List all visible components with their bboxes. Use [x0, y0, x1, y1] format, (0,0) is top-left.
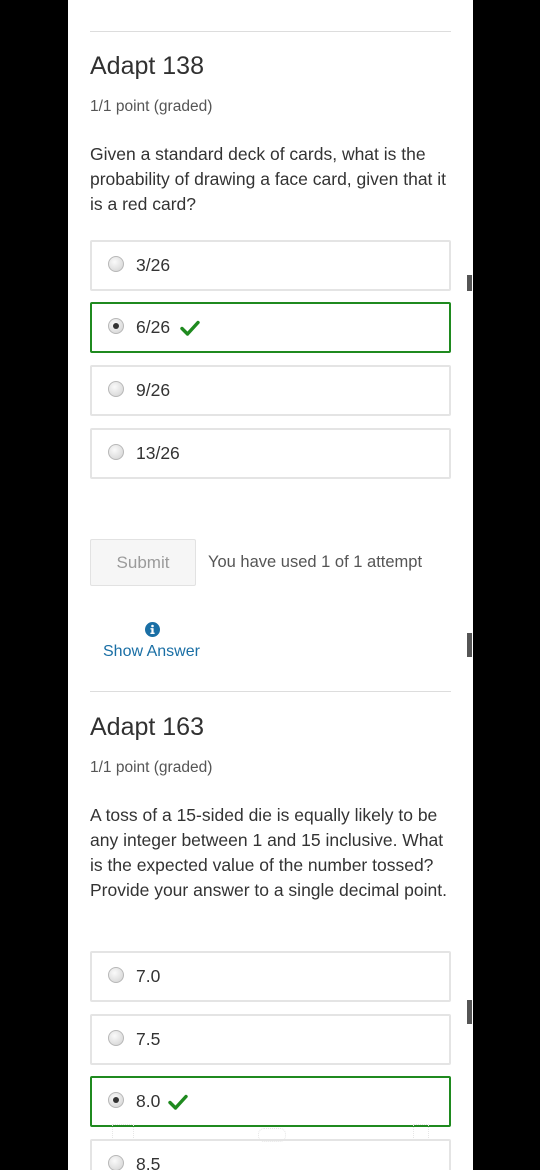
choice-label: 7.0: [136, 966, 161, 986]
problem-question: A toss of a 15-sided die is equally like…: [90, 805, 447, 900]
choice-option[interactable]: 9/26: [90, 365, 451, 416]
radio-button[interactable]: [108, 444, 124, 460]
divider: [90, 691, 451, 692]
info-icon[interactable]: [145, 622, 160, 637]
choice-option[interactable]: 7.5: [90, 1014, 451, 1065]
attempts-text: You have used 1 of 1 attempt: [208, 553, 423, 571]
choice-option-correct[interactable]: 8.0: [90, 1076, 451, 1127]
courseware-page: Adapt 138 1/1 point (graded) Given a sta…: [68, 0, 473, 1170]
radio-button[interactable]: [108, 1155, 124, 1170]
radio-button[interactable]: [108, 256, 124, 272]
radio-button[interactable]: [108, 967, 124, 983]
radio-button-selected[interactable]: [108, 1092, 124, 1108]
radio-button[interactable]: [108, 1030, 124, 1046]
choice-option[interactable]: 7.0: [90, 951, 451, 1002]
choice-label: 13/26: [136, 443, 180, 463]
checkmark-icon: [168, 1094, 188, 1110]
scrollbar-tick: [467, 633, 472, 657]
scrollbar-tick: [467, 1000, 472, 1024]
problem-points: 1/1 point (graded): [90, 98, 213, 115]
problem-title: Adapt 138: [90, 52, 204, 80]
problem-points: 1/1 point (graded): [90, 759, 213, 776]
problem-question: Given a standard deck of cards, what is …: [90, 144, 447, 214]
faint-artifact: [112, 1124, 134, 1140]
submit-button[interactable]: Submit: [90, 539, 196, 586]
choice-option-correct[interactable]: 6/26: [90, 302, 451, 353]
choice-label: 9/26: [136, 380, 171, 400]
faint-artifact: [413, 1124, 429, 1140]
radio-button-selected[interactable]: [108, 318, 124, 334]
choice-label: 8.0: [136, 1091, 161, 1111]
scrollbar-tick: [467, 275, 472, 291]
choice-option[interactable]: 13/26: [90, 428, 451, 479]
choice-label: 3/26: [136, 255, 171, 275]
problem-title: Adapt 163: [90, 713, 204, 741]
choice-option[interactable]: 3/26: [90, 240, 451, 291]
choice-label: 6/26: [136, 317, 171, 337]
checkmark-icon: [180, 320, 200, 336]
radio-button[interactable]: [108, 381, 124, 397]
choice-label: 8.5: [136, 1154, 161, 1170]
choice-label: 7.5: [136, 1029, 161, 1049]
choice-option[interactable]: 8.5: [90, 1139, 451, 1170]
divider: [90, 31, 451, 32]
show-answer-link[interactable]: Show Answer: [103, 641, 200, 663]
